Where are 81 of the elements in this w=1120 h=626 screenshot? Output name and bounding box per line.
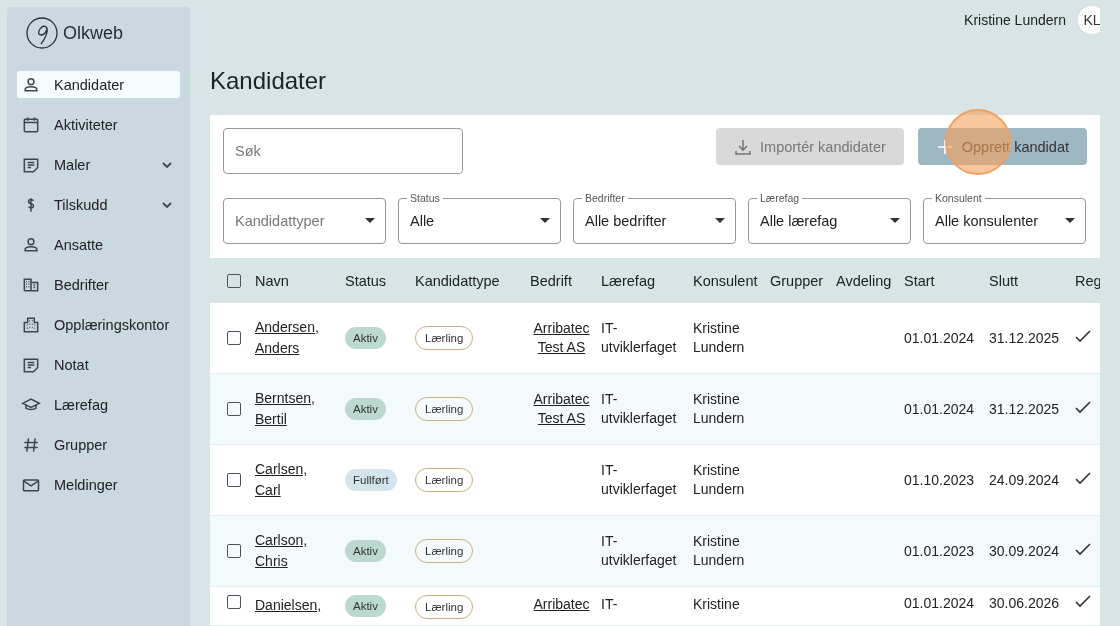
table-cell-text: IT- bbox=[601, 595, 619, 614]
column-header[interactable]: Lærefag bbox=[601, 272, 693, 289]
status-badge: Fullført bbox=[345, 469, 397, 491]
sidebar-item[interactable]: Grupper bbox=[17, 431, 180, 458]
caret-icon bbox=[715, 218, 725, 225]
logo-text: Olkweb bbox=[63, 22, 124, 44]
table-cell-text: IT-utviklerfaget bbox=[601, 390, 678, 428]
caret-icon bbox=[890, 218, 900, 225]
table-cell-text: 01.10.2023 bbox=[904, 472, 976, 488]
column-header[interactable]: Slutt bbox=[989, 272, 1075, 289]
column-header[interactable]: Navn bbox=[255, 272, 345, 289]
table-cell-text: 01.01.2024 bbox=[904, 401, 976, 417]
sidebar-item[interactable]: Ansatte bbox=[17, 231, 180, 258]
sidebar-item[interactable]: Meldinger bbox=[17, 471, 180, 498]
table-cell-text: 31.12.2025 bbox=[989, 401, 1061, 417]
sidebar-item[interactable]: Tilskudd bbox=[17, 191, 180, 218]
table-row[interactable]: Berntsen, Bertil Aktiv Lærling Arribatec Test AS IT-utviklerfaget Kristine Lundern 01.01.2024 31.12.2025 bbox=[210, 374, 1100, 445]
table-cell-text: IT-utviklerfaget bbox=[601, 461, 678, 499]
column-header[interactable]: Avdeling bbox=[836, 272, 904, 289]
table-row[interactable]: Andersen, Anders Aktiv Lærling Arribatec Test AS IT-utviklerfaget Kristine Lundern 01.01.2024 31.12.2025 bbox=[210, 303, 1100, 374]
row-checkbox[interactable] bbox=[227, 402, 241, 416]
table-row[interactable]: Carlsen, Carl Fullført Lærling IT-utviklerfaget Kristine Lundern 01.10.2023 24.09.2024 bbox=[210, 445, 1100, 516]
sidebar-item[interactable]: Aktiviteter bbox=[17, 111, 180, 138]
table-cell-text: IT-utviklerfaget bbox=[601, 532, 678, 570]
column-header[interactable]: Grupper bbox=[770, 272, 836, 289]
company-link[interactable]: Arribatec Test AS bbox=[530, 390, 593, 428]
status-badge: Aktiv bbox=[345, 540, 386, 562]
page-title: Kandidater bbox=[210, 67, 328, 96]
table-cell-text: 24.09.2024 bbox=[989, 472, 1061, 488]
table-cell-text: 30.06.2026 bbox=[989, 595, 1061, 611]
sidebar-item[interactable]: Notat bbox=[17, 351, 180, 378]
table-row[interactable]: Carlson, Chris Aktiv Lærling IT-utviklerfaget Kristine Lundern 01.01.2023 30.09.2024 bbox=[210, 516, 1100, 587]
plus-icon bbox=[935, 137, 954, 156]
candidate-link[interactable]: Andersen, Anders bbox=[255, 317, 321, 359]
company-link[interactable]: Arribatec Test AS bbox=[530, 319, 593, 357]
column-header[interactable]: Konsulent bbox=[693, 272, 770, 289]
table-cell-text: Kristine bbox=[693, 595, 741, 614]
row-checkbox[interactable] bbox=[227, 331, 241, 345]
candidate-link[interactable]: Danielsen, bbox=[255, 595, 321, 616]
create-button[interactable]: Opprett kandidat bbox=[917, 128, 1087, 166]
candidate-link[interactable]: Carlson, Chris bbox=[255, 530, 321, 572]
sidebar-item[interactable]: Kandidater bbox=[17, 71, 180, 98]
sidebar-item[interactable]: Bedrifter bbox=[17, 271, 180, 298]
candidate-link[interactable]: Carlsen, Carl bbox=[255, 459, 321, 501]
table-cell-text: 30.09.2024 bbox=[989, 543, 1061, 559]
user-name: Kristine Lundern bbox=[964, 11, 1066, 28]
row-checkbox[interactable] bbox=[227, 595, 241, 609]
column-header[interactable]: Status bbox=[345, 272, 415, 289]
download-icon bbox=[734, 137, 753, 156]
table-cell-text: Kristine Lundern bbox=[693, 390, 746, 428]
column-header[interactable]: Kandidattype bbox=[415, 272, 530, 289]
status-badge: Aktiv bbox=[345, 595, 386, 617]
table-cell-text: Kristine Lundern bbox=[693, 461, 746, 499]
search-field[interactable]: Søk bbox=[223, 128, 463, 175]
filter-dropdown[interactable]: Kandidattyper bbox=[223, 198, 386, 245]
candidate-link[interactable]: Berntsen, Bertil bbox=[255, 388, 321, 430]
table-cell-text: Kristine Lundern bbox=[693, 319, 746, 357]
table-cell-text: 01.01.2024 bbox=[904, 330, 976, 346]
table-cell-text: 31.12.2025 bbox=[989, 330, 1061, 346]
row-checkbox[interactable] bbox=[227, 473, 241, 487]
caret-icon bbox=[365, 218, 375, 225]
column-header[interactable]: Start bbox=[904, 272, 989, 289]
caret-icon bbox=[540, 218, 550, 225]
table-cell-text: 01.01.2023 bbox=[904, 543, 976, 559]
table-cell-text: IT-utviklerfaget bbox=[601, 319, 678, 357]
caret-icon bbox=[1065, 218, 1075, 225]
sidebar-item[interactable]: Lærefag bbox=[17, 391, 180, 418]
table-row[interactable]: Danielsen, Aktiv Lærling Arribatec IT- Kristine 01.01.2024 30.06.2026 bbox=[210, 587, 1100, 626]
status-badge: Aktiv bbox=[345, 327, 386, 349]
user-avatar[interactable]: KL bbox=[1078, 5, 1100, 34]
column-header[interactable]: Reg bbox=[1075, 272, 1100, 289]
table-cell-text: Kristine Lundern bbox=[693, 532, 746, 570]
column-header[interactable]: Bedrift bbox=[530, 272, 601, 289]
table-cell-text: 01.01.2024 bbox=[904, 595, 976, 611]
select-all-checkbox[interactable] bbox=[227, 273, 241, 288]
sidebar-item[interactable]: Opplæringskontor bbox=[17, 311, 180, 338]
sidebar-item[interactable]: Maler bbox=[17, 151, 180, 178]
row-checkbox[interactable] bbox=[227, 544, 241, 558]
logo-icon bbox=[25, 16, 59, 50]
status-badge: Aktiv bbox=[345, 398, 386, 420]
company-link[interactable]: Arribatec bbox=[530, 595, 593, 614]
